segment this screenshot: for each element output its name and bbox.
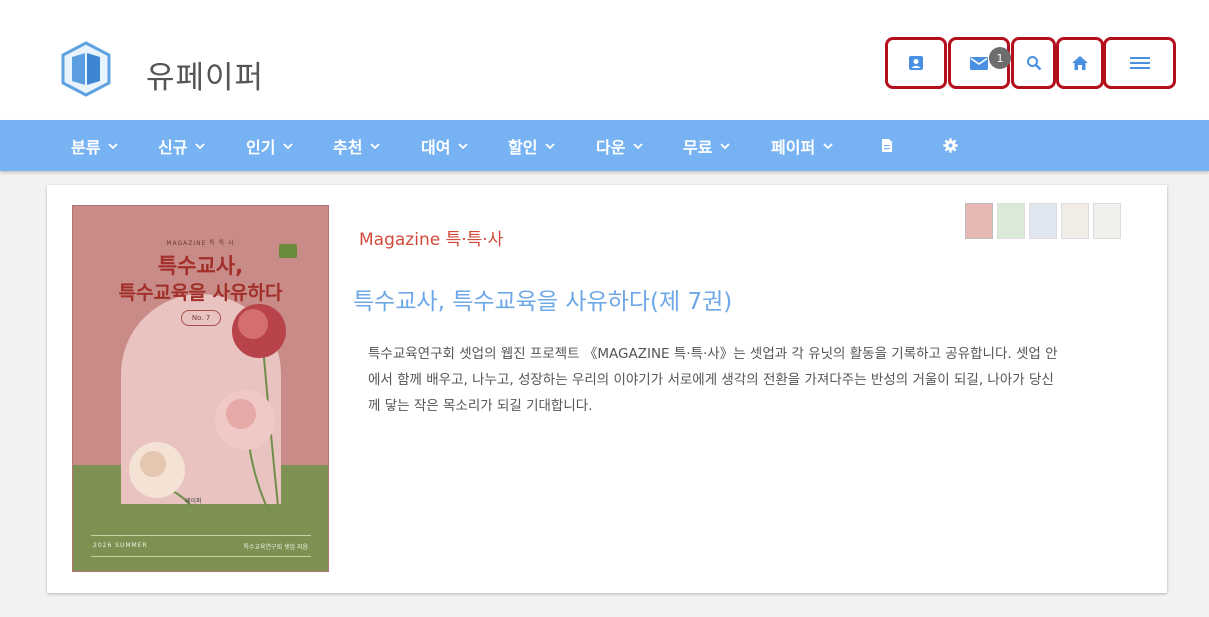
search-icon <box>1026 56 1041 71</box>
main-navigation: 분류 신규 인기 추천 대여 할인 다운 무료 페이퍼 <box>0 120 1209 171</box>
home-button[interactable] <box>1056 37 1104 89</box>
logo-icon[interactable] <box>60 41 112 97</box>
book-category[interactable]: Magazine 특·특·사 <box>359 225 503 250</box>
mail-button[interactable]: 1 <box>948 37 1011 89</box>
book-card: MAGAZINE 특 특 사 특수교사, 특수교육을 사유하다 No. 7 페이… <box>47 185 1167 593</box>
hamburger-menu-icon <box>1129 57 1150 69</box>
menu-button[interactable] <box>1103 37 1176 89</box>
site-brand[interactable]: 유페이퍼 <box>146 52 264 97</box>
flower-illustration <box>129 304 286 512</box>
header: 유페이퍼 1 <box>0 0 1209 120</box>
chevron-down-icon <box>823 142 833 149</box>
nav-download-label: 다운 <box>596 137 626 157</box>
cover-divider <box>91 556 311 557</box>
nav-document[interactable] <box>881 120 893 171</box>
nav-popular[interactable]: 인기 <box>246 120 294 171</box>
book-description: 특수교육연구회 셋업의 웹진 프로젝트 《MAGAZINE 특·특·사》는 셋업… <box>368 346 1058 414</box>
chevron-down-icon <box>195 142 206 149</box>
nav-popular-label: 인기 <box>246 137 276 157</box>
thumbnail[interactable] <box>1029 203 1057 239</box>
nav-download[interactable]: 다운 <box>596 120 644 171</box>
nav-category-label: 분류 <box>71 137 101 157</box>
chevron-down-icon <box>458 142 469 149</box>
gear-icon <box>943 138 958 153</box>
home-icon <box>1072 56 1088 70</box>
chevron-down-icon <box>108 142 119 149</box>
cover-divider <box>91 535 311 536</box>
document-icon <box>882 139 892 152</box>
nav-paper-label: 페이퍼 <box>771 137 816 157</box>
notification-badge: 1 <box>989 47 1011 69</box>
chevron-down-icon <box>370 142 381 149</box>
nav-new-label: 신규 <box>158 137 188 157</box>
nav-recommended[interactable]: 추천 <box>333 120 381 171</box>
contact-card-icon <box>909 56 923 70</box>
thumbnail[interactable] <box>1093 203 1121 239</box>
cover-publisher: 페이퍼 <box>185 498 202 505</box>
nav-rental-label: 대여 <box>421 137 451 157</box>
nav-discount-label: 할인 <box>508 137 538 157</box>
cover-season: 2026 SUMMER <box>93 542 148 549</box>
cover-author: 특수교육연구회 셋업 지음 <box>243 544 308 551</box>
thumbnail-strip <box>965 203 1121 239</box>
search-button[interactable] <box>1011 37 1056 89</box>
chevron-down-icon <box>545 142 556 149</box>
nav-category[interactable]: 분류 <box>71 120 119 171</box>
nav-recommended-label: 추천 <box>333 137 363 157</box>
book-cover-image[interactable]: MAGAZINE 특 특 사 특수교사, 특수교육을 사유하다 No. 7 페이… <box>72 205 329 572</box>
chevron-down-icon <box>720 142 731 149</box>
chevron-down-icon <box>633 142 644 149</box>
nav-free-label: 무료 <box>683 137 713 157</box>
thumbnail[interactable] <box>1061 203 1089 239</box>
nav-discount[interactable]: 할인 <box>508 120 556 171</box>
thumbnail[interactable] <box>965 203 993 239</box>
chevron-down-icon <box>283 142 294 149</box>
nav-settings[interactable] <box>943 120 958 171</box>
thumbnail[interactable] <box>997 203 1025 239</box>
profile-button[interactable] <box>885 37 947 89</box>
nav-rental[interactable]: 대여 <box>421 120 469 171</box>
book-title[interactable]: 특수교사, 특수교육을 사유하다(제 7권) <box>353 282 732 316</box>
mail-icon <box>970 56 988 70</box>
nav-new[interactable]: 신규 <box>158 120 206 171</box>
nav-paper[interactable]: 페이퍼 <box>771 120 833 171</box>
nav-free[interactable]: 무료 <box>683 120 731 171</box>
